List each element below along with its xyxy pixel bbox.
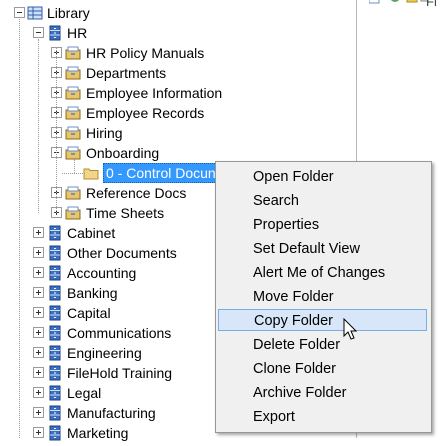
menu-item-export[interactable]: Export (218, 405, 427, 427)
cabinet-icon (47, 225, 63, 241)
tree-line (38, 39, 39, 213)
drawer-icon (65, 185, 81, 201)
cabinet-icon (47, 385, 63, 401)
menu-item-search[interactable]: Search (218, 189, 427, 211)
menu-item-label: Move Folder (253, 289, 334, 305)
collapse-icon[interactable] (33, 27, 44, 38)
cabinet-icon (47, 425, 63, 441)
tree-label: Employee Records (86, 105, 205, 121)
menu-item-label: Clone Folder (253, 361, 337, 377)
drawer-icon (65, 65, 81, 81)
mouse-cursor-icon (343, 318, 358, 340)
tree-label: Onboarding (86, 145, 160, 161)
menu-item-properties[interactable]: Properties (218, 213, 427, 235)
menu-item-clone-folder[interactable]: Clone Folder (218, 357, 427, 379)
drawer-icon (65, 85, 81, 101)
tree-label: HR (67, 25, 88, 41)
tree-line (62, 173, 83, 174)
tree-label: Cabinet (67, 225, 116, 241)
menu-item-label: Export (253, 409, 295, 425)
context-menu: Open Folder Search Properties Set Default V… (215, 161, 432, 433)
tree-label: Reference Docs (86, 185, 187, 201)
drawer-icon (65, 205, 81, 221)
expand-icon[interactable] (33, 307, 44, 318)
cabinet-icon (47, 265, 63, 281)
menu-item-label: Properties (253, 217, 320, 233)
cabinet-icon (47, 345, 63, 361)
menu-item-alert-me-of-changes[interactable]: Alert Me of Changes (218, 261, 427, 283)
expand-icon[interactable] (33, 247, 44, 258)
tree-label: Library (47, 5, 90, 21)
menu-item-archive-folder[interactable]: Archive Folder (218, 381, 427, 403)
collapse-icon[interactable] (14, 7, 25, 18)
expand-icon[interactable] (33, 227, 44, 238)
menu-item-label: Set Default View (253, 241, 360, 257)
tree-drawer-employee-information[interactable]: Employee Information (0, 83, 356, 103)
menu-item-move-folder[interactable]: Move Folder (218, 285, 427, 307)
cabinet-icon (47, 305, 63, 321)
menu-item-copy-folder[interactable]: Copy Folder (218, 309, 427, 331)
tree-drawer-employee-records[interactable]: Employee Records (0, 103, 356, 123)
menu-item-set-default-view[interactable]: Set Default View (218, 237, 427, 259)
menu-item-label: Delete Folder (253, 337, 341, 353)
tree-label: Communications (67, 325, 172, 341)
menu-item-label: Search (253, 193, 299, 209)
expand-icon[interactable] (33, 367, 44, 378)
cabinet-icon (47, 365, 63, 381)
expand-icon[interactable] (33, 287, 44, 298)
tree-label: Departments (86, 65, 167, 81)
tree-line (19, 19, 20, 438)
tree-label: Capital (67, 305, 111, 321)
tree-label: Legal (67, 385, 102, 401)
tree-line (74, 159, 75, 173)
tree-label: Manufacturing (67, 405, 156, 421)
tree-line (56, 47, 57, 213)
cabinet-icon (47, 245, 63, 261)
drawer-icon (65, 105, 81, 121)
tree-label: Accounting (67, 265, 137, 281)
tree-label: Hiring (86, 125, 123, 141)
tree-label: Marketing (67, 425, 129, 441)
tree-label: FileHold Training (67, 365, 173, 381)
expand-icon[interactable] (33, 267, 44, 278)
expand-icon[interactable] (33, 387, 44, 398)
cabinet-icon (47, 405, 63, 421)
tree-label: Engineering (67, 345, 142, 361)
drawer-icon (65, 45, 81, 61)
cabinet-icon (47, 285, 63, 301)
tree-drawer-hr-policy-manuals[interactable]: HR Policy Manuals (0, 43, 356, 63)
menu-item-label: Archive Folder (253, 385, 347, 401)
expand-icon[interactable] (33, 407, 44, 418)
expand-icon[interactable] (33, 427, 44, 438)
expand-icon[interactable] (33, 347, 44, 358)
expand-icon[interactable] (33, 327, 44, 338)
tree-label: Other Documents (67, 245, 177, 261)
tree-drawer-onboarding[interactable]: Onboarding (0, 143, 356, 163)
tree-drawer-departments[interactable]: Departments (0, 63, 356, 83)
tree-label: Banking (67, 285, 118, 301)
tree-label: HR Policy Manuals (86, 45, 205, 61)
tree-cabinet-hr[interactable]: HR (0, 23, 356, 43)
tree-drawer-hiring[interactable]: Hiring (0, 123, 356, 143)
toolbar-label: Fi (426, 0, 437, 9)
tree-label: Employee Information (86, 85, 223, 101)
tree-root-library[interactable]: Library (0, 3, 356, 23)
tree-label: 0 - Control Docun (103, 163, 219, 183)
cabinet-icon (47, 25, 63, 41)
folder-icon (83, 165, 99, 181)
cabinet-icon (47, 325, 63, 341)
drawer-icon (65, 145, 81, 161)
tree-label: Time Sheets (86, 205, 165, 221)
menu-item-label: Open Folder (253, 169, 334, 185)
menu-item-label: Alert Me of Changes (253, 265, 386, 281)
menu-item-delete-folder[interactable]: Delete Folder (218, 333, 427, 355)
library-icon (27, 5, 43, 21)
drawer-icon (65, 125, 81, 141)
menu-item-open-folder[interactable]: Open Folder (218, 165, 427, 187)
menu-item-label: Copy Folder (254, 313, 333, 329)
